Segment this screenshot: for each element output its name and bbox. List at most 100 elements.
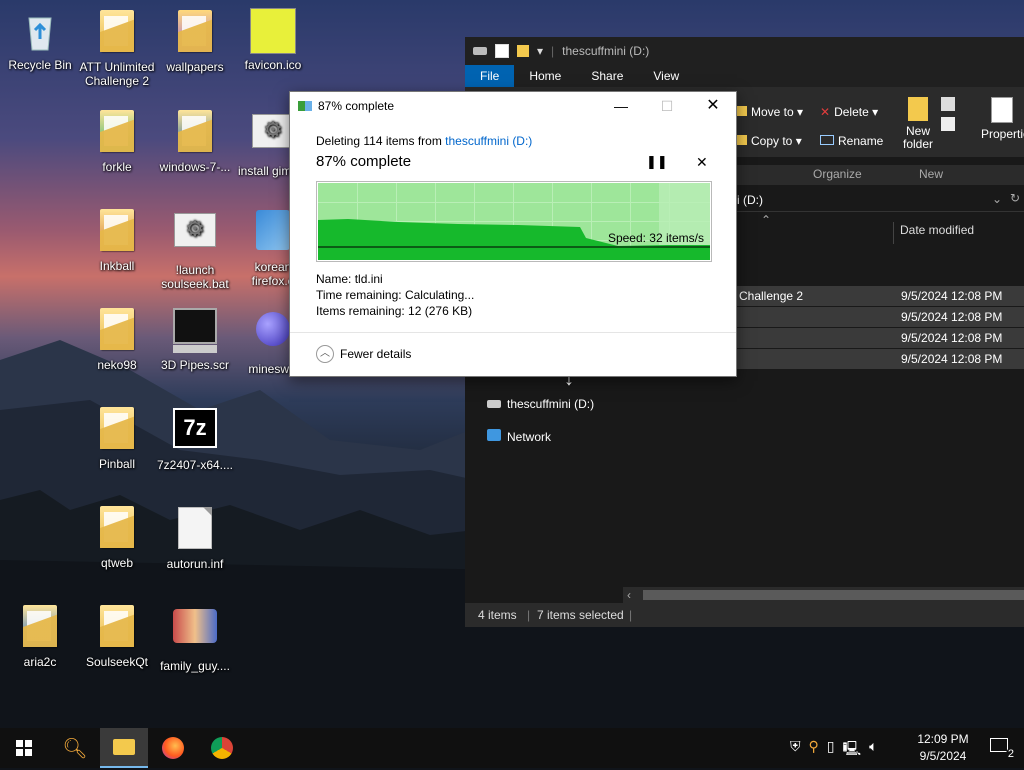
- network-icon[interactable]: 🖳︎: [842, 738, 861, 762]
- copy-icon: [737, 135, 747, 145]
- desktop-icon-windows-7[interactable]: windows-7-...: [155, 108, 235, 174]
- folder-icon: [23, 605, 57, 647]
- clock-time: 12:09 PM: [917, 732, 969, 746]
- tab-file[interactable]: File: [465, 65, 515, 87]
- explorer-titlebar[interactable]: ▾ | thescuffmini (D:): [465, 37, 1024, 65]
- minimize-button[interactable]: —: [598, 92, 644, 120]
- address-bar[interactable]: i (D:) ⌄ ↻: [735, 189, 1024, 212]
- desktop-icon-autorun[interactable]: autorun.inf: [155, 504, 235, 571]
- desktop-icon-3d-pipes[interactable]: 3D Pipes.scr: [155, 306, 235, 372]
- network-shield-icon[interactable]: ⛨: [790, 738, 801, 762]
- desktop-icon-qtweb[interactable]: qtweb: [77, 504, 157, 570]
- desktop-icon-inkball[interactable]: Inkball: [77, 207, 157, 273]
- sort-up-icon: ⌃: [761, 213, 772, 227]
- nav-label: Network: [507, 430, 552, 444]
- chrome-icon: [211, 737, 233, 759]
- deleting-location-link[interactable]: thescuffmini (D:): [445, 134, 532, 148]
- tab-home[interactable]: Home: [514, 65, 576, 87]
- table-row[interactable]: Challenge 2 9/5/2024 12:08 PM: [735, 286, 1024, 306]
- desktop-icon-label: favicon.ico: [244, 58, 302, 72]
- explorer-title: thescuffmini (D:): [562, 44, 650, 58]
- notification-icon: [990, 738, 1008, 752]
- nav-item-drive-d[interactable]: thescuffmini (D:): [487, 397, 594, 411]
- row-date: 9/5/2024 12:08 PM: [901, 352, 1003, 366]
- folder-icon: [100, 605, 134, 647]
- start-button[interactable]: [0, 728, 48, 768]
- maximize-button[interactable]: ☐: [644, 92, 690, 120]
- desktop-icon-label: autorun.inf: [166, 557, 224, 571]
- desktop-icon-favicon[interactable]: favicon.ico: [233, 8, 313, 72]
- desktop-icon-pinball[interactable]: Pinball: [77, 405, 157, 471]
- properties-quick-icon[interactable]: [495, 44, 509, 58]
- image-file-icon: [172, 609, 218, 655]
- tab-view[interactable]: View: [638, 65, 694, 87]
- desktop-icon-recycle-bin[interactable]: Recycle Bin: [0, 8, 80, 72]
- folder-icon: [113, 739, 135, 755]
- move-to-button[interactable]: Move to ▾: [737, 105, 803, 119]
- time-label: Time remaining:: [316, 288, 402, 302]
- table-row[interactable]: 9/5/2024 12:08 PM: [735, 328, 1024, 348]
- scrollbar-thumb[interactable]: [643, 590, 1024, 600]
- new-folder-icon: [908, 97, 928, 121]
- dialog-title: 87% complete: [318, 99, 395, 113]
- nav-item-network[interactable]: Network: [487, 429, 551, 444]
- table-row[interactable]: 9/5/2024 12:08 PM: [735, 307, 1024, 327]
- desktop-icon-launch-soulseek[interactable]: ⚙ !launch soulseek.bat: [155, 207, 235, 291]
- taskbar-chrome[interactable]: [198, 728, 246, 768]
- ribbon-tabs: File Home Share View: [465, 65, 1024, 87]
- copy-to-button[interactable]: Copy to ▾: [737, 134, 802, 148]
- scroll-left-icon[interactable]: ‹: [627, 588, 631, 602]
- row-date: 9/5/2024 12:08 PM: [901, 310, 1003, 324]
- close-button[interactable]: ✕: [690, 92, 736, 120]
- properties-button[interactable]: Properties: [981, 97, 1024, 141]
- fewer-details-button[interactable]: ︿ Fewer details: [316, 345, 411, 363]
- taskbar-firefox[interactable]: [149, 728, 197, 768]
- volume-muted-icon[interactable]: 🔈︎: [869, 738, 877, 762]
- deleting-summary: Deleting 114 items from thescuffmini (D:…: [316, 134, 532, 148]
- desktop-icon-wallpapers[interactable]: wallpapers: [155, 8, 235, 74]
- usb-icon[interactable]: ▯: [827, 738, 835, 762]
- refresh-icon[interactable]: ↻: [1010, 191, 1020, 205]
- chevron-up-icon: ︿: [316, 345, 334, 363]
- desktop-icon-label: windows-7-...: [159, 160, 231, 174]
- properties-icon: [991, 97, 1013, 123]
- desktop-icon-aria2c[interactable]: aria2c: [0, 603, 80, 669]
- ribbon-group-labels: Organize New: [735, 165, 1024, 185]
- table-row[interactable]: 9/5/2024 12:08 PM: [735, 349, 1024, 369]
- taskbar-search-button[interactable]: 🔍︎: [51, 728, 99, 768]
- search-tray-icon[interactable]: ⚲: [809, 738, 819, 762]
- clock-date: 9/5/2024: [919, 749, 967, 763]
- recycle-bin-icon: [17, 8, 63, 54]
- chevron-down-icon[interactable]: ▾: [537, 44, 543, 58]
- speed-graph: Speed: 32 items/s: [316, 181, 712, 262]
- chevron-down-icon[interactable]: ⌄: [992, 192, 1002, 206]
- delete-label: Delete: [834, 105, 869, 119]
- cancel-button[interactable]: ✕: [696, 154, 708, 171]
- dialog-titlebar[interactable]: 87% complete — ☐ ✕: [290, 92, 736, 120]
- folder-quick-icon[interactable]: [517, 45, 529, 57]
- taskbar-clock[interactable]: 12:09 PM 9/5/2024: [908, 731, 978, 765]
- delete-button[interactable]: ✕ Delete ▾: [820, 105, 878, 119]
- new-item-button[interactable]: [941, 97, 971, 131]
- folder-icon: [100, 110, 134, 152]
- new-folder-button[interactable]: New folder: [895, 97, 941, 151]
- desktop-icon-label: 7z2407-x64....: [156, 458, 234, 472]
- desktop-icon-soulseekqt[interactable]: SoulseekQt: [77, 603, 157, 669]
- notification-center-button[interactable]: 2: [990, 738, 1016, 760]
- desktop-icon-7zip[interactable]: 7z 7z2407-x64....: [155, 405, 235, 472]
- row-date: 9/5/2024 12:08 PM: [901, 289, 1003, 303]
- tab-share[interactable]: Share: [576, 65, 638, 87]
- column-header-date[interactable]: Date modified: [893, 222, 974, 244]
- pause-button[interactable]: ❚❚: [646, 154, 668, 170]
- folder-icon: [100, 209, 134, 251]
- desktop-icon-att-unlimited[interactable]: ATT Unlimited Challenge 2: [77, 8, 157, 88]
- horizontal-scrollbar[interactable]: ‹: [623, 587, 1024, 603]
- desktop-icon-neko98[interactable]: neko98: [77, 306, 157, 372]
- desktop-icon-family-guy[interactable]: family_guy....: [155, 603, 235, 673]
- rename-button[interactable]: Rename: [820, 134, 883, 148]
- system-tray: ⛨ ⚲ ▯ 🖳︎ 🔈︎: [790, 738, 878, 762]
- taskbar-file-explorer[interactable]: [100, 728, 148, 768]
- network-icon: [487, 429, 501, 441]
- desktop-icon-forkle[interactable]: forkle: [77, 108, 157, 174]
- delete-progress-dialog[interactable]: 87% complete — ☐ ✕ Deleting 114 items fr…: [289, 91, 737, 377]
